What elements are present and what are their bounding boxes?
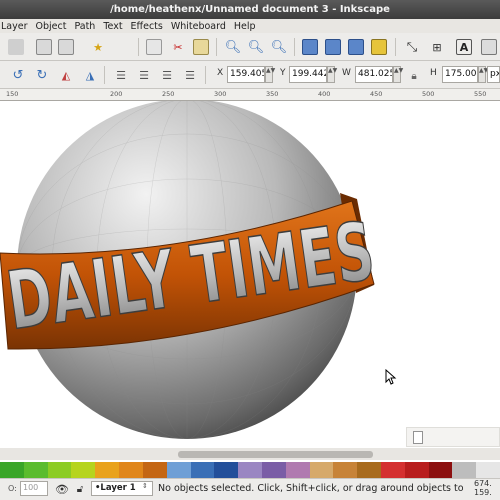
color-palette — [0, 462, 500, 478]
flip-vertical-icon[interactable]: ◮ — [82, 67, 98, 83]
copy-icon[interactable] — [146, 39, 162, 55]
palette-swatch[interactable] — [476, 462, 500, 478]
visibility-eye-icon[interactable]: 👁︎ — [54, 481, 70, 497]
text-font-icon[interactable]: A — [456, 39, 472, 55]
ruler-label: 300 — [214, 90, 227, 98]
ruler-label: 450 — [370, 90, 383, 98]
horizontal-ruler: 150 200 250 300 350 400 450 500 550 — [0, 89, 500, 101]
import-icon[interactable] — [36, 39, 52, 55]
palette-swatch[interactable] — [261, 462, 286, 478]
palette-swatch[interactable] — [71, 462, 96, 478]
clipboard-icon[interactable] — [193, 39, 209, 55]
zoom-fit-icon[interactable]: 🔍︎ — [271, 39, 288, 55]
mouse-pointer-icon — [385, 369, 397, 385]
commands-toolbar: ★ ✂ 🔍︎ 🔍︎ 🔍︎ ⤡ ⊞ A — [0, 33, 500, 61]
h-spin[interactable]: ▲▼ — [478, 66, 488, 83]
y-spin[interactable]: ▲▼ — [327, 66, 337, 83]
menu-bar: Layer Object Path Text Effects Whiteboar… — [0, 19, 500, 33]
horizontal-scrollbar-thumb[interactable] — [178, 451, 373, 458]
ruler-label: 200 — [110, 90, 123, 98]
raise-to-top-icon[interactable]: ☰ — [113, 67, 129, 83]
group-icon[interactable] — [302, 39, 318, 55]
palette-swatch[interactable] — [404, 462, 429, 478]
lower-icon[interactable]: ☰ — [159, 67, 175, 83]
status-message: No objects selected. Click, Shift+click,… — [158, 483, 464, 494]
ruler-label: 150 — [6, 90, 19, 98]
xml-editor-icon[interactable] — [481, 39, 497, 55]
opacity-field[interactable]: 100 — [20, 481, 48, 496]
rotate-cw-icon[interactable]: ↻ — [34, 67, 50, 83]
drawing-canvas[interactable]: DAILY TIMES — [0, 99, 500, 448]
rotate-ccw-icon[interactable]: ↺ — [10, 67, 26, 83]
menu-whiteboard[interactable]: Whiteboard — [171, 21, 226, 32]
ruler-label: 400 — [318, 90, 331, 98]
cursor-coordinates: 674. 159. — [474, 479, 492, 497]
palette-swatch[interactable] — [166, 462, 191, 478]
cut-icon[interactable]: ✂ — [170, 39, 186, 55]
paste-icon[interactable]: ★ — [90, 39, 106, 55]
y-label: Y — [280, 68, 286, 78]
palette-swatch[interactable] — [309, 462, 334, 478]
palette-swatch[interactable] — [95, 462, 120, 478]
menu-text[interactable]: Text — [103, 21, 122, 32]
ruler-label: 350 — [266, 90, 279, 98]
ruler-label: 250 — [162, 90, 175, 98]
w-field[interactable]: 481.025 — [355, 66, 393, 83]
clone-icon[interactable] — [371, 39, 387, 55]
palette-swatch[interactable] — [452, 462, 477, 478]
ruler-label: 500 — [422, 90, 435, 98]
x-spin[interactable]: ▲▼ — [265, 66, 275, 83]
cursor-x: 674. — [474, 479, 492, 488]
ruler-label: 550 — [474, 90, 487, 98]
lock-icon[interactable]: 🔓︎ — [72, 481, 88, 497]
zoom-in-icon[interactable]: 🔍︎ — [225, 39, 242, 55]
palette-swatch[interactable] — [0, 462, 24, 478]
h-field[interactable]: 175.000 — [442, 66, 478, 83]
cursor-y: 159. — [474, 488, 492, 497]
palette-swatch[interactable] — [214, 462, 239, 478]
palette-swatch[interactable] — [119, 462, 143, 478]
flip-horizontal-icon[interactable]: ◭ — [58, 67, 74, 83]
lower-to-bottom-icon[interactable]: ☰ — [182, 67, 198, 83]
export-icon[interactable] — [58, 39, 74, 55]
y-field[interactable]: 199.442 — [289, 66, 327, 83]
palette-swatch[interactable] — [23, 462, 48, 478]
menu-help[interactable]: Help — [234, 21, 256, 32]
raise-icon[interactable]: ☰ — [136, 67, 152, 83]
opacity-label: O: — [8, 484, 17, 493]
menu-path[interactable]: Path — [74, 21, 95, 32]
w-label: W — [342, 68, 351, 78]
duplicate-icon[interactable] — [348, 39, 364, 55]
palette-swatch[interactable] — [357, 462, 381, 478]
palette-swatch[interactable] — [142, 462, 167, 478]
artwork: DAILY TIMES — [0, 99, 380, 439]
palette-swatch[interactable] — [285, 462, 310, 478]
palette-swatch[interactable] — [428, 462, 453, 478]
palette-swatch[interactable] — [47, 462, 72, 478]
palette-swatch[interactable] — [381, 462, 405, 478]
palette-swatch[interactable] — [238, 462, 262, 478]
w-spin[interactable]: ▲▼ — [393, 66, 403, 83]
menu-object[interactable]: Object — [36, 21, 67, 32]
document-properties-icon[interactable] — [8, 39, 24, 55]
window-title-bar: /home/heathenx/Unnamed document 3 - Inks… — [0, 0, 500, 19]
palette-swatch[interactable] — [333, 462, 358, 478]
align-icon[interactable]: ⊞ — [429, 39, 445, 55]
ungroup-icon[interactable] — [325, 39, 341, 55]
palette-swatch[interactable] — [190, 462, 215, 478]
zoom-out-icon[interactable]: 🔍︎ — [248, 39, 265, 55]
h-label: H — [430, 68, 437, 78]
unit-select[interactable]: px — [487, 66, 500, 83]
page-icon — [413, 431, 423, 444]
horizontal-scrollbar[interactable] — [0, 448, 500, 460]
transform-icon[interactable]: ⤡ — [404, 39, 420, 55]
floating-dock-panel[interactable] — [406, 427, 500, 447]
chevron-updown-icon[interactable]: ⇕ — [142, 482, 148, 490]
window-title: /home/heathenx/Unnamed document 3 - Inks… — [110, 4, 390, 15]
x-field[interactable]: 159.405 — [227, 66, 265, 83]
lock-proportions-icon[interactable]: 🔒︎ — [406, 68, 422, 84]
x-label: X — [217, 68, 224, 78]
menu-layer[interactable]: Layer — [1, 21, 28, 32]
menu-effects[interactable]: Effects — [131, 21, 163, 32]
